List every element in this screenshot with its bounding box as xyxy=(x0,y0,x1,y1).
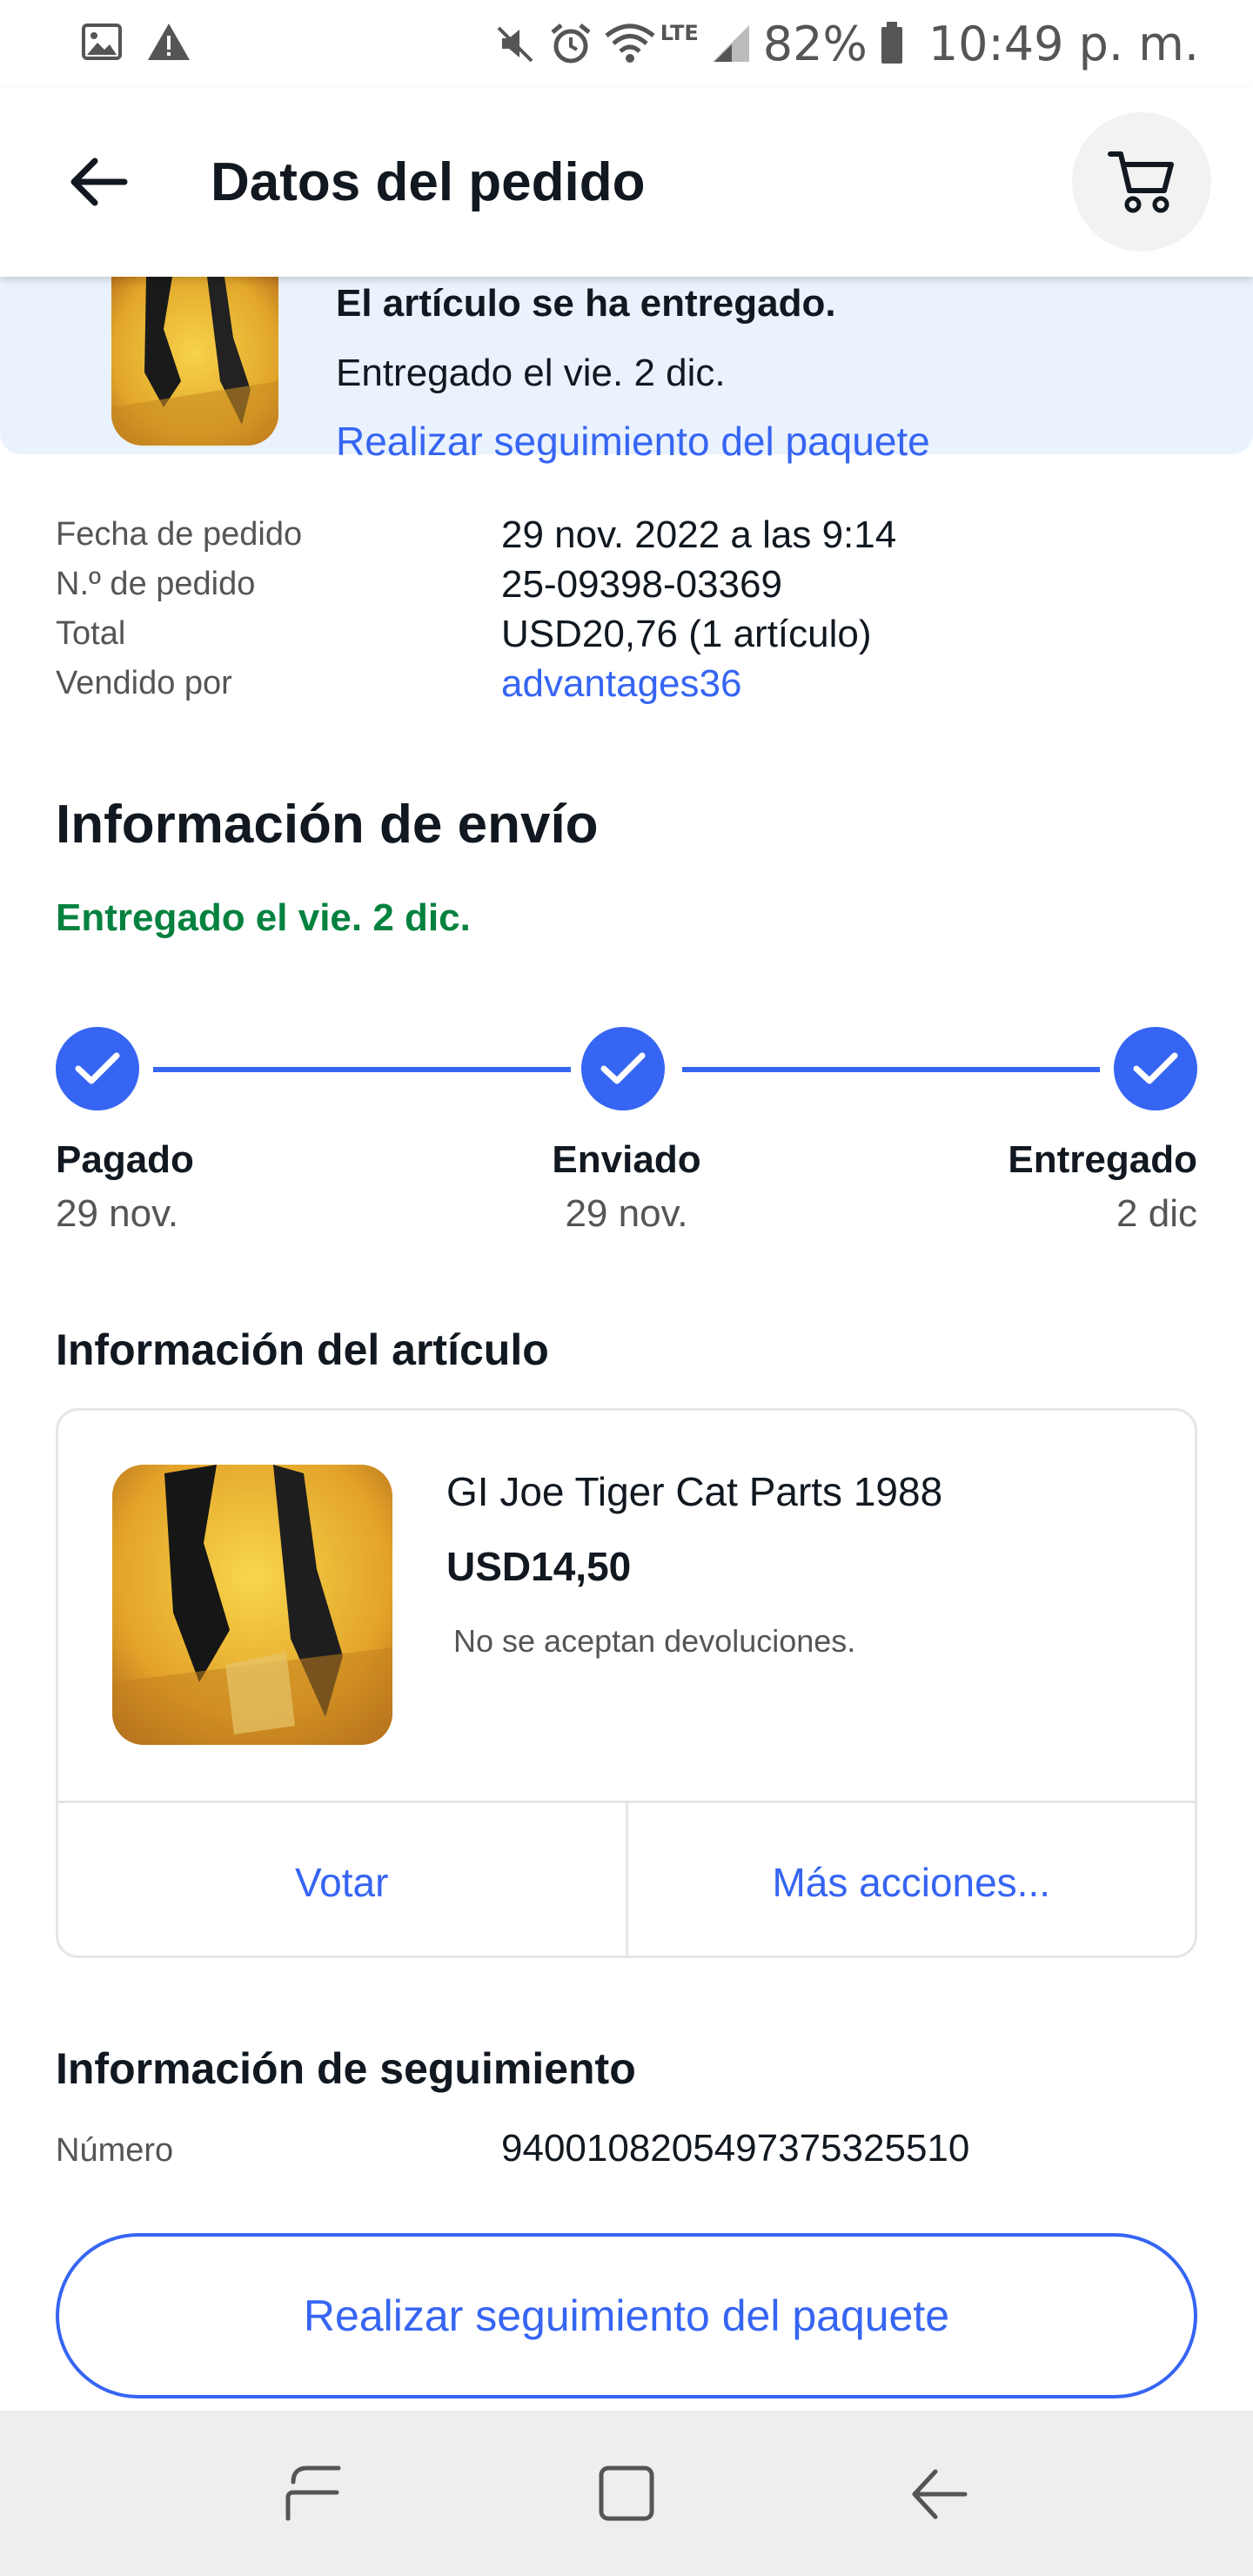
step-paid-label: Pagado xyxy=(56,1138,194,1181)
cart-button[interactable] xyxy=(1072,112,1211,252)
order-details: Fecha de pedido 29 nov. 2022 a las 9:14 … xyxy=(56,510,1204,708)
detail-label: Total xyxy=(56,615,126,652)
back-icon xyxy=(912,2469,968,2519)
banner-text: El artículo se ha entregado. Entregado e… xyxy=(336,277,930,465)
image-icon xyxy=(82,23,122,64)
track-package-button[interactable]: Realizar seguimiento del paquete xyxy=(56,2233,1197,2398)
clock: 10:49 p. m. xyxy=(928,16,1199,71)
signal-icon xyxy=(711,23,751,64)
step-shipped-dot xyxy=(581,1027,665,1110)
mute-icon xyxy=(495,23,537,64)
step-shipped-date: 29 nov. xyxy=(565,1192,688,1235)
app-bar: Datos del pedido xyxy=(0,87,1253,277)
tracking-number: 9400108205497375325510 xyxy=(501,2127,970,2170)
step-connector xyxy=(682,1067,1100,1072)
item-returns-policy: No se aceptan devoluciones. xyxy=(453,1623,856,1659)
detail-label: Vendido por xyxy=(56,665,232,701)
status-right: LTE 82% 10:49 p. m. xyxy=(495,17,1199,71)
battery-icon xyxy=(880,22,904,65)
step-paid-dot xyxy=(56,1027,139,1110)
delivered-banner: El artículo se ha entregado. Entregado e… xyxy=(0,277,1253,464)
shipping-status: Entregado el vie. 2 dic. xyxy=(56,896,471,939)
step-delivered-dot xyxy=(1114,1027,1197,1110)
more-actions-button[interactable]: Más acciones... xyxy=(625,1803,1196,1955)
step-connector xyxy=(153,1067,571,1072)
order-total-row: Total USD20,76 (1 artículo) xyxy=(56,609,1204,659)
order-number-row: N.º de pedido 25-09398-03369 xyxy=(56,560,1204,609)
tracking-section-title: Información de seguimiento xyxy=(56,2044,636,2093)
vote-button[interactable]: Votar xyxy=(58,1803,626,1955)
recents-icon xyxy=(285,2465,341,2521)
check-icon xyxy=(75,1052,120,1084)
back-arrow-icon xyxy=(70,158,128,206)
back-button[interactable] xyxy=(61,145,134,218)
item-thumbnail[interactable] xyxy=(112,1465,392,1745)
banner-item-thumbnail[interactable] xyxy=(111,277,278,446)
alarm-icon xyxy=(549,22,593,65)
item-name[interactable]: GI Joe Tiger Cat Parts 1988 xyxy=(446,1468,942,1515)
system-back-button[interactable] xyxy=(892,2445,988,2541)
shipping-section-title: Información de envío xyxy=(56,795,599,855)
step-delivered-date: 2 dic xyxy=(1116,1192,1197,1235)
status-left xyxy=(82,22,191,65)
check-icon xyxy=(1133,1052,1178,1084)
banner-title: El artículo se ha entregado. xyxy=(336,282,836,325)
cart-icon xyxy=(1108,151,1174,213)
status-bar: LTE 82% 10:49 p. m. xyxy=(0,0,1253,87)
home-button[interactable] xyxy=(579,2445,674,2541)
step-delivered-label: Entregado xyxy=(1008,1138,1197,1181)
step-paid-date: 29 nov. xyxy=(56,1192,179,1235)
detail-label: Fecha de pedido xyxy=(56,516,303,553)
shipping-progress xyxy=(56,1027,1197,1114)
warning-icon xyxy=(146,22,191,65)
check-icon xyxy=(600,1052,646,1084)
battery-level: 82% xyxy=(762,16,868,71)
banner-track-link[interactable]: Realizar seguimiento del paquete xyxy=(336,418,930,465)
item-card: GI Joe Tiger Cat Parts 1988 USD14,50 No … xyxy=(56,1408,1197,1958)
home-icon xyxy=(599,2465,654,2521)
order-number-value: 25-09398-03369 xyxy=(501,562,782,606)
banner-subtitle: Entregado el vie. 2 dic. xyxy=(336,352,726,394)
page-title: Datos del pedido xyxy=(211,151,646,212)
step-shipped-label: Enviado xyxy=(552,1138,701,1181)
order-date-value: 29 nov. 2022 a las 9:14 xyxy=(501,513,897,556)
seller-row: Vendido por advantages36 xyxy=(56,659,1204,708)
tracking-number-label: Número xyxy=(56,2132,174,2169)
screen: LTE 82% 10:49 p. m. Datos del pedido El … xyxy=(0,0,1253,2576)
seller-link[interactable]: advantages36 xyxy=(501,662,741,706)
order-date-row: Fecha de pedido 29 nov. 2022 a las 9:14 xyxy=(56,510,1204,560)
order-total-value: USD20,76 (1 artículo) xyxy=(501,612,872,655)
item-section-title: Información del artículo xyxy=(56,1325,549,1374)
item-actions: Votar Más acciones... xyxy=(58,1801,1196,1955)
recents-button[interactable] xyxy=(265,2445,361,2541)
network-type: LTE xyxy=(660,21,699,45)
wifi-icon xyxy=(605,23,655,64)
navigation-bar xyxy=(0,2411,1253,2576)
item-price: USD14,50 xyxy=(446,1544,632,1589)
detail-label: N.º de pedido xyxy=(56,566,256,602)
